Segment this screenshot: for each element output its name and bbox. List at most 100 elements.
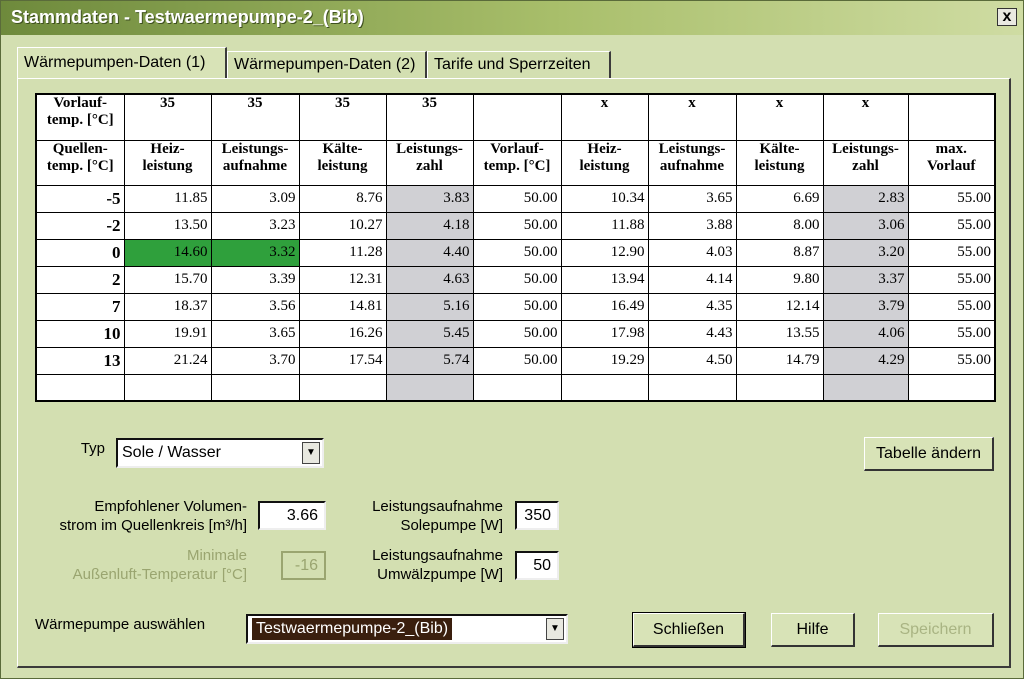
hilfe-button[interactable]: Hilfe xyxy=(771,613,855,647)
table-cell[interactable]: 12.90 xyxy=(560,238,649,267)
close-icon[interactable]: x xyxy=(997,8,1017,26)
table-cell[interactable] xyxy=(560,373,649,402)
table-cell[interactable]: 2.83 xyxy=(822,184,909,213)
tab-waermepumpen-daten-1[interactable]: Wärmepumpen-Daten (1) xyxy=(17,47,227,79)
table-cell[interactable]: 17.54 xyxy=(298,346,387,375)
table-cell[interactable]: 13.94 xyxy=(560,265,649,294)
table-cell[interactable]: 8.87 xyxy=(735,238,824,267)
table-cell[interactable]: 5.16 xyxy=(385,292,474,321)
table-cell[interactable]: 3.83 xyxy=(385,184,474,213)
table-cell[interactable]: 3.20 xyxy=(822,238,909,267)
table-cell[interactable]: 50.00 xyxy=(472,346,562,375)
table-cell[interactable]: 50.00 xyxy=(472,211,562,240)
table-cell[interactable]: 4.29 xyxy=(822,346,909,375)
table-cell[interactable]: 50.00 xyxy=(472,292,562,321)
table-cell[interactable]: 14.60 xyxy=(123,238,212,267)
solepumpe-field[interactable]: 350 xyxy=(515,501,559,530)
header-row-columns: Quellen- temp. [°C] Heiz- leistung Leistun… xyxy=(35,139,996,186)
table-cell[interactable]: 11.85 xyxy=(123,184,212,213)
table-cell[interactable]: 5.45 xyxy=(385,319,474,348)
table-cell[interactable]: 19.91 xyxy=(123,319,212,348)
chevron-down-icon[interactable]: ▼ xyxy=(302,442,320,464)
table-cell[interactable]: 4.35 xyxy=(647,292,737,321)
table-cell[interactable]: 13.50 xyxy=(123,211,212,240)
table-cell[interactable]: 3.70 xyxy=(210,346,300,375)
table-cell[interactable]: 55.00 xyxy=(907,184,996,213)
table-cell[interactable]: 4.43 xyxy=(647,319,737,348)
table-row: 2 15.70 3.39 12.31 4.63 50.00 13.94 4.14 9.80 3.3… xyxy=(35,265,996,294)
table-cell[interactable]: 10.27 xyxy=(298,211,387,240)
table-cell[interactable]: 14.79 xyxy=(735,346,824,375)
table-cell[interactable]: 6.69 xyxy=(735,184,824,213)
table-cell[interactable]: 10.34 xyxy=(560,184,649,213)
table-cell[interactable]: 4.50 xyxy=(647,346,737,375)
table-cell[interactable] xyxy=(210,373,300,402)
volumenstrom-field[interactable]: 3.66 xyxy=(258,501,326,530)
table-cell[interactable]: 17.98 xyxy=(560,319,649,348)
table-cell[interactable]: 3.39 xyxy=(210,265,300,294)
table-cell[interactable]: 3.23 xyxy=(210,211,300,240)
table-cell[interactable]: 13.55 xyxy=(735,319,824,348)
table-cell[interactable]: 4.63 xyxy=(385,265,474,294)
dialog-window: Stammdaten - Testwaermepumpe-2_(Bib) x W… xyxy=(0,0,1024,679)
table-cell[interactable]: 21.24 xyxy=(123,346,212,375)
table-cell[interactable]: 4.14 xyxy=(647,265,737,294)
table-cell[interactable]: 14.81 xyxy=(298,292,387,321)
table-cell[interactable]: 3.56 xyxy=(210,292,300,321)
table-cell[interactable]: 3.65 xyxy=(210,319,300,348)
waermepumpe-select[interactable]: Testwaermepumpe-2_(Bib) ▼ xyxy=(246,614,568,644)
table-cell[interactable] xyxy=(907,373,996,402)
table-cell[interactable]: 19.29 xyxy=(560,346,649,375)
table-cell[interactable]: 3.88 xyxy=(647,211,737,240)
table-cell[interactable]: 15.70 xyxy=(123,265,212,294)
table-cell[interactable]: 55.00 xyxy=(907,211,996,240)
table-cell[interactable] xyxy=(472,373,562,402)
tab-tarife-sperrzeiten[interactable]: Tarife und Sperrzeiten xyxy=(427,51,611,79)
volumen-label-line2: strom im Quellenkreis [m³/h] xyxy=(59,517,247,534)
table-cell[interactable]: 55.00 xyxy=(907,265,996,294)
chevron-down-icon[interactable]: ▼ xyxy=(546,618,564,640)
tabelle-aendern-button[interactable]: Tabelle ändern xyxy=(864,437,994,471)
table-cell[interactable] xyxy=(735,373,824,402)
table-cell[interactable]: 3.32 xyxy=(210,238,300,267)
table-cell[interactable]: 55.00 xyxy=(907,292,996,321)
table-cell[interactable]: 3.37 xyxy=(822,265,909,294)
table-cell[interactable]: 18.37 xyxy=(123,292,212,321)
table-cell[interactable]: 50.00 xyxy=(472,265,562,294)
schliessen-button[interactable]: Schließen xyxy=(632,612,746,648)
table-cell[interactable]: 4.40 xyxy=(385,238,474,267)
table-cell[interactable]: 50.00 xyxy=(472,184,562,213)
table-cell[interactable]: 11.88 xyxy=(560,211,649,240)
table-cell[interactable] xyxy=(123,373,212,402)
table-cell[interactable]: 3.65 xyxy=(647,184,737,213)
table-cell[interactable]: 12.31 xyxy=(298,265,387,294)
header-cell: x xyxy=(735,93,824,141)
table-cell[interactable]: 55.00 xyxy=(907,319,996,348)
typ-select[interactable]: Sole / Wasser ▼ xyxy=(116,438,324,468)
table-cell[interactable]: 5.74 xyxy=(385,346,474,375)
table-cell[interactable]: 4.06 xyxy=(822,319,909,348)
table-cell[interactable]: 4.18 xyxy=(385,211,474,240)
table-cell[interactable]: 4.03 xyxy=(647,238,737,267)
table-cell[interactable]: 55.00 xyxy=(907,346,996,375)
umwaelzpumpe-field[interactable]: 50 xyxy=(515,551,559,580)
table-cell[interactable]: 50.00 xyxy=(472,319,562,348)
table-cell[interactable] xyxy=(298,373,387,402)
table-cell[interactable]: 50.00 xyxy=(472,238,562,267)
table-cell[interactable]: 3.79 xyxy=(822,292,909,321)
table-cell[interactable]: 55.00 xyxy=(907,238,996,267)
table-cell[interactable]: 8.76 xyxy=(298,184,387,213)
table-cell[interactable]: 9.80 xyxy=(735,265,824,294)
table-cell[interactable]: 3.09 xyxy=(210,184,300,213)
table-cell[interactable] xyxy=(647,373,737,402)
table-cell[interactable]: 12.14 xyxy=(735,292,824,321)
table-cell[interactable]: 8.00 xyxy=(735,211,824,240)
table-cell[interactable]: 3.06 xyxy=(822,211,909,240)
table-cell[interactable] xyxy=(385,373,474,402)
tab-waermepumpen-daten-2[interactable]: Wärmepumpen-Daten (2) xyxy=(227,51,427,79)
table-cell[interactable] xyxy=(822,373,909,402)
header-cell: Kälte- leistung xyxy=(735,139,824,186)
table-cell[interactable]: 11.28 xyxy=(298,238,387,267)
table-cell[interactable]: 16.49 xyxy=(560,292,649,321)
table-cell[interactable]: 16.26 xyxy=(298,319,387,348)
